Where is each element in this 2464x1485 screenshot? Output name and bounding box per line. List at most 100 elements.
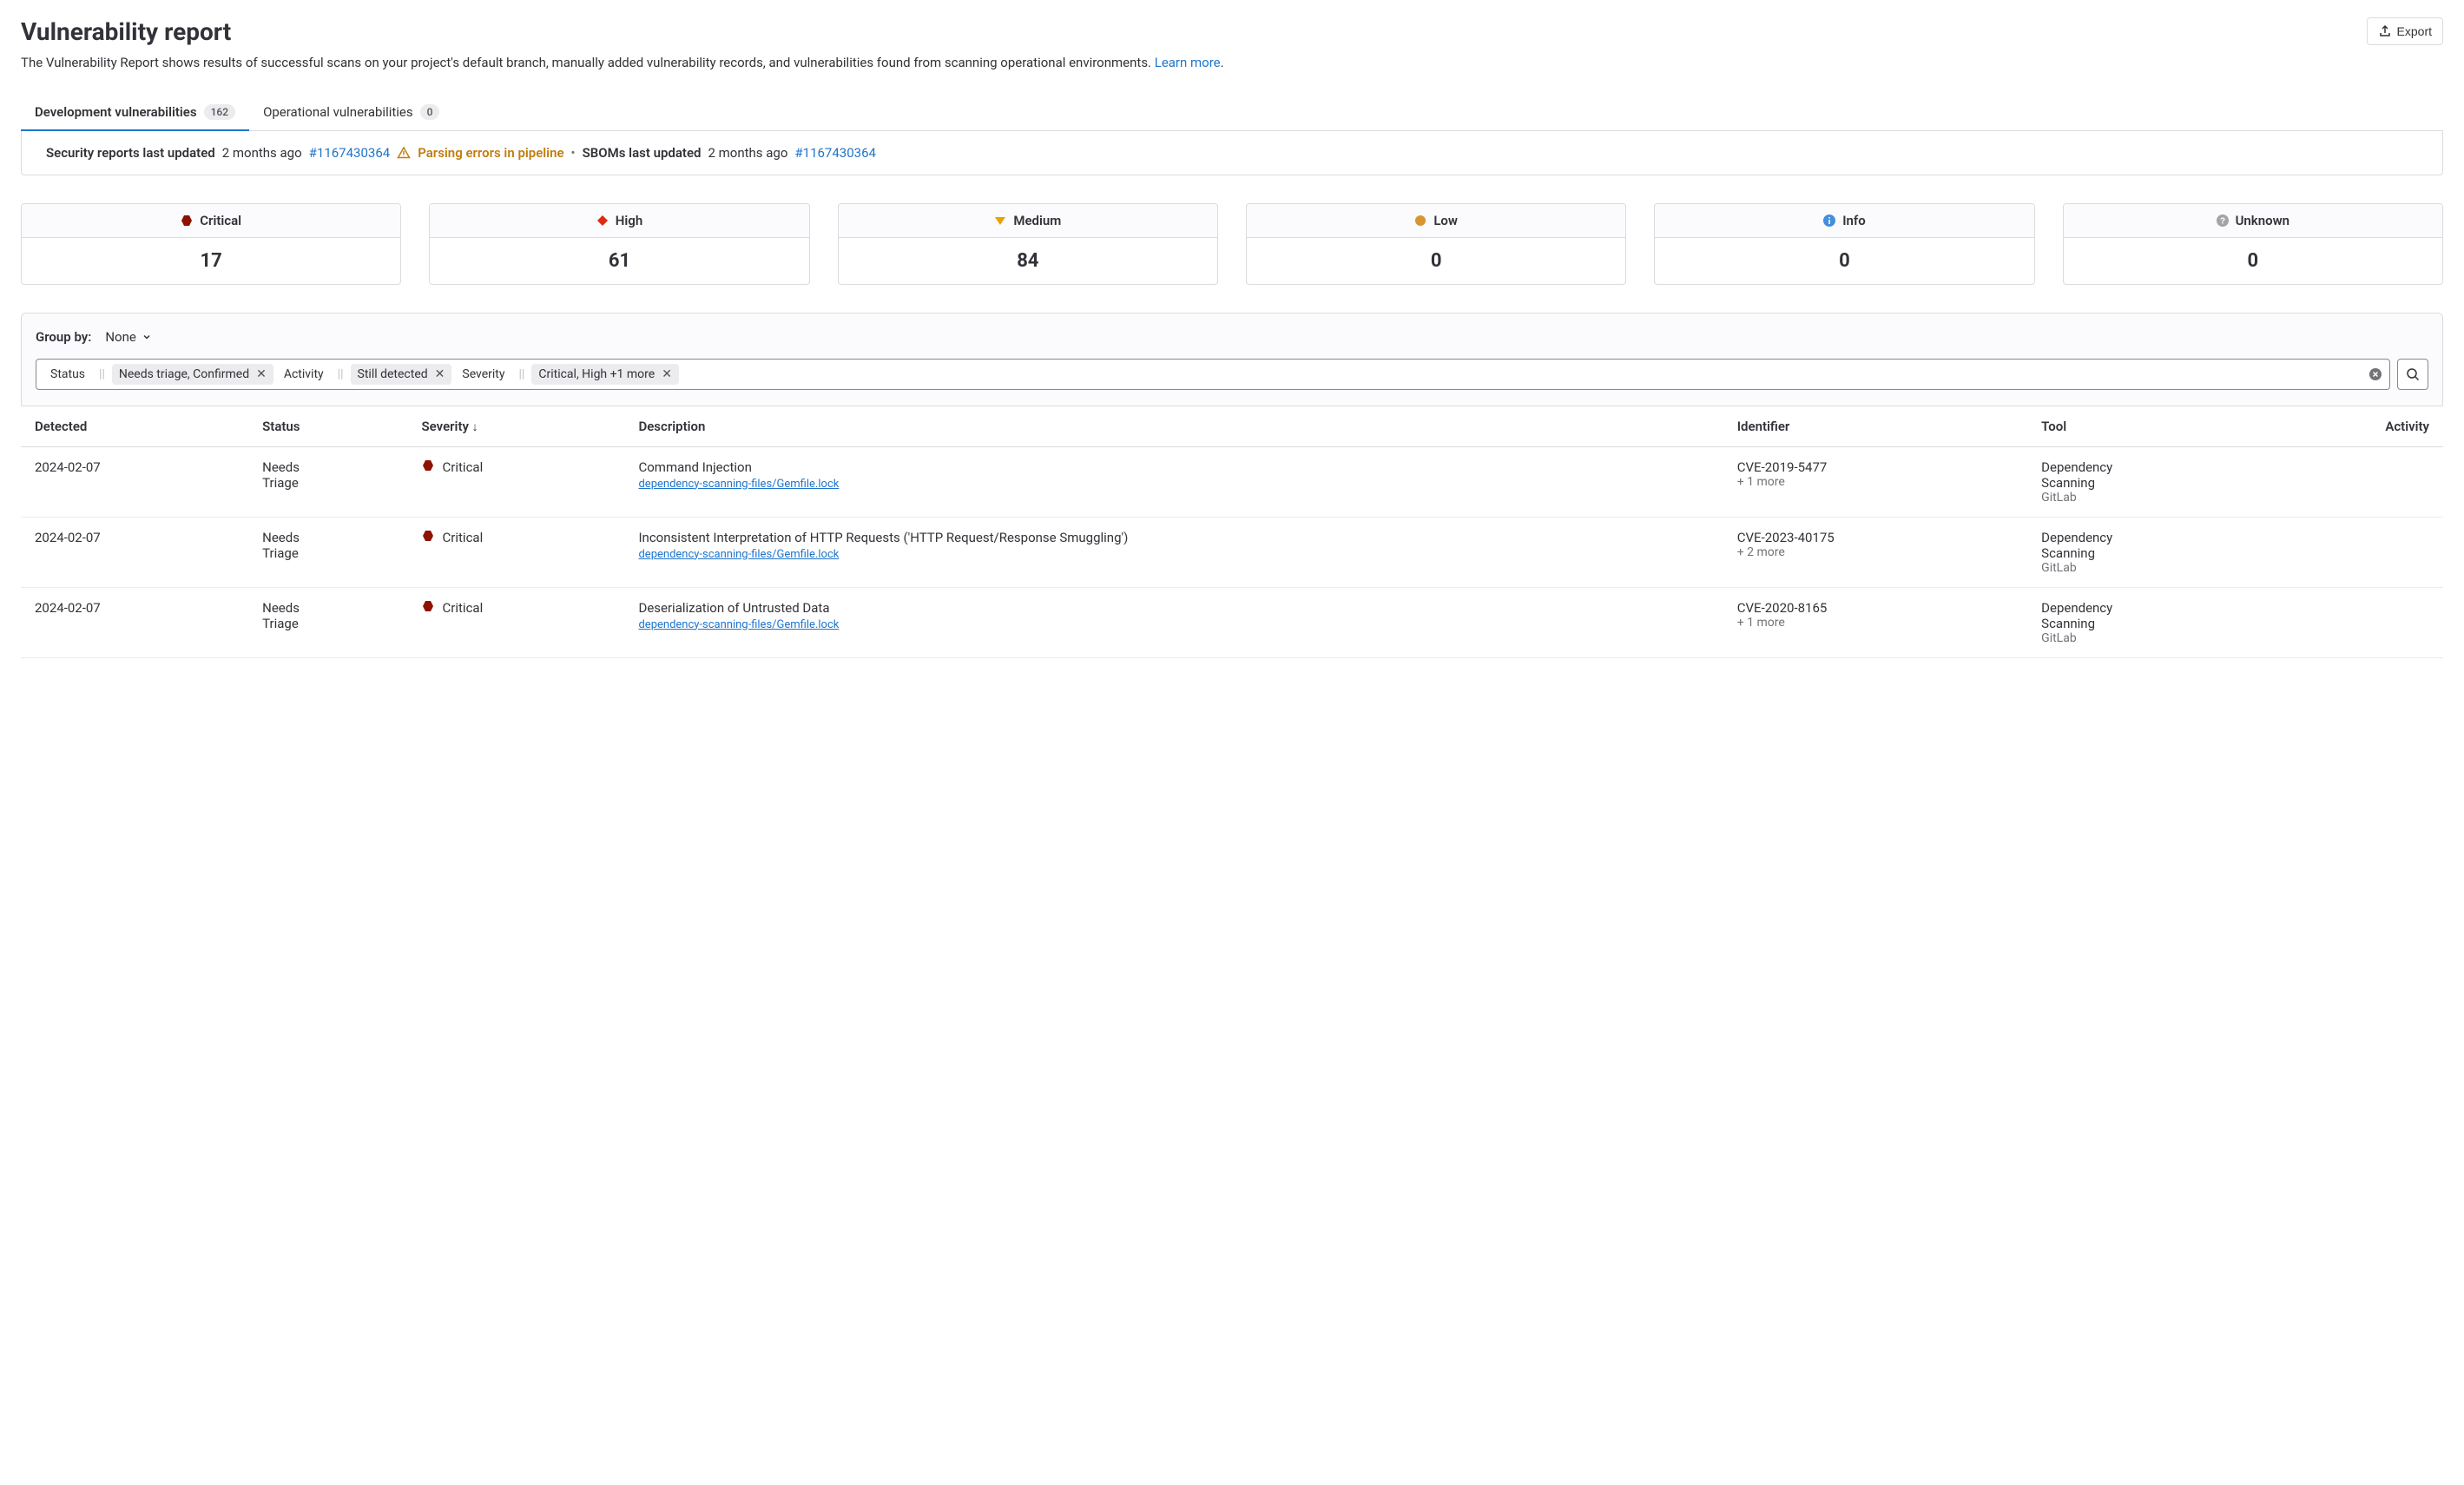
search-icon <box>2406 367 2420 381</box>
page-subtitle: The Vulnerability Report shows results o… <box>21 53 2443 73</box>
warning-icon <box>397 146 411 160</box>
tab-label: Operational vulnerabilities <box>263 104 413 120</box>
sbom-updated-label: SBOMs last updated <box>583 145 702 161</box>
cell-tool: DependencyScanningGitLab <box>2027 517 2269 587</box>
table-row[interactable]: 2024-02-07 NeedsTriage Critical Deserial… <box>21 587 2443 657</box>
severity-card-unknown[interactable]: ?Unknown0 <box>2063 203 2443 285</box>
col-tool[interactable]: Tool <box>2027 406 2269 447</box>
col-severity[interactable]: Severity ↓ <box>408 406 625 447</box>
critical-icon <box>422 600 434 616</box>
tab-count-badge: 0 <box>420 104 440 120</box>
severity-card-high[interactable]: High 61 <box>429 203 809 285</box>
filter-divider: || <box>96 367 109 381</box>
col-description[interactable]: Description <box>624 406 1723 447</box>
controls-panel: Group by: None Status||Needs triage, Con… <box>21 313 2443 406</box>
info-bar: Security reports last updated 2 months a… <box>21 131 2443 175</box>
group-by-selector[interactable]: None <box>105 329 152 345</box>
clear-filters-icon[interactable] <box>2368 367 2382 381</box>
severity-count: 0 <box>1655 238 2033 284</box>
col-status[interactable]: Status <box>248 406 407 447</box>
severity-name: Medium <box>1013 213 1061 228</box>
cell-detected: 2024-02-07 <box>21 587 248 657</box>
cell-activity <box>2269 446 2443 517</box>
filter-label: Severity <box>455 364 511 385</box>
vuln-file-link[interactable]: dependency-scanning-files/Gemfile.lock <box>638 618 839 631</box>
cell-tool: DependencyScanningGitLab <box>2027 587 2269 657</box>
cell-status: NeedsTriage <box>248 517 407 587</box>
cell-status: NeedsTriage <box>248 587 407 657</box>
severity-count: 61 <box>430 238 808 284</box>
remove-filter-icon[interactable]: ✕ <box>662 367 672 381</box>
sbom-pipeline-link[interactable]: #1167430364 <box>794 145 876 161</box>
severity-cards: Critical 17 High 61 Medium 84 Low0 Info0 ?Unknow… <box>21 203 2443 285</box>
remove-filter-icon[interactable]: ✕ <box>435 367 445 381</box>
high-icon <box>596 214 609 227</box>
parsing-errors-warning[interactable]: Parsing errors in pipeline <box>418 145 563 161</box>
severity-card-low[interactable]: Low0 <box>1246 203 1626 285</box>
low-icon <box>1414 214 1426 227</box>
table-row[interactable]: 2024-02-07 NeedsTriage Critical Inconsis… <box>21 517 2443 587</box>
group-by-label: Group by: <box>36 329 91 345</box>
filter-chip[interactable]: Needs triage, Confirmed ✕ <box>112 364 273 385</box>
cell-activity <box>2269 587 2443 657</box>
col-severity-label: Severity <box>422 419 469 434</box>
unknown-icon: ? <box>2217 214 2229 227</box>
severity-count: 84 <box>839 238 1217 284</box>
critical-icon <box>422 459 434 475</box>
export-button[interactable]: Export <box>2367 17 2443 45</box>
col-activity[interactable]: Activity <box>2269 406 2443 447</box>
severity-count: 0 <box>2064 238 2442 284</box>
cell-identifier: CVE-2020-8165+ 1 more <box>1723 587 2027 657</box>
tab-0[interactable]: Development vulnerabilities162 <box>21 94 249 130</box>
severity-card-medium[interactable]: Medium 84 <box>838 203 1218 285</box>
filter-label: Activity <box>277 364 331 385</box>
cell-severity: Critical <box>408 587 625 657</box>
critical-icon <box>422 530 434 545</box>
export-label: Export <box>2397 24 2432 38</box>
cell-status: NeedsTriage <box>248 446 407 517</box>
severity-card-info[interactable]: Info0 <box>1654 203 2034 285</box>
chevron-down-icon <box>142 332 152 342</box>
vuln-file-link[interactable]: dependency-scanning-files/Gemfile.lock <box>638 478 839 491</box>
table-row[interactable]: 2024-02-07 NeedsTriage Critical Command … <box>21 446 2443 517</box>
cell-description: Inconsistent Interpretation of HTTP Requ… <box>624 517 1723 587</box>
filter-value: Still detected <box>358 367 428 381</box>
reports-updated-time: 2 months ago <box>222 145 302 161</box>
subtitle-text: The Vulnerability Report shows results o… <box>21 55 1155 70</box>
page-title: Vulnerability report <box>21 17 231 46</box>
reports-updated-label: Security reports last updated <box>46 145 215 161</box>
severity-count: 0 <box>1247 238 1625 284</box>
col-identifier[interactable]: Identifier <box>1723 406 2027 447</box>
col-detected[interactable]: Detected <box>21 406 248 447</box>
cell-description: Command Injectiondependency-scanning-fil… <box>624 446 1723 517</box>
severity-name: Critical <box>200 213 241 228</box>
cell-identifier: CVE-2023-40175+ 2 more <box>1723 517 2027 587</box>
filter-input[interactable]: Status || Needs triage, Confirmed ✕ Activity… <box>36 359 2390 390</box>
learn-more-link[interactable]: Learn more <box>1155 55 1221 70</box>
cell-detected: 2024-02-07 <box>21 517 248 587</box>
cell-activity <box>2269 517 2443 587</box>
filter-chip[interactable]: Still detected ✕ <box>351 364 452 385</box>
filter-chip[interactable]: Critical, High +1 more✕ <box>531 364 679 385</box>
filter-divider: || <box>334 367 347 381</box>
vuln-file-link[interactable]: dependency-scanning-files/Gemfile.lock <box>638 548 839 561</box>
severity-count: 17 <box>22 238 400 284</box>
reports-pipeline-link[interactable]: #1167430364 <box>309 145 391 161</box>
filter-value: Needs triage, Confirmed <box>119 367 249 381</box>
tab-1[interactable]: Operational vulnerabilities 0 <box>249 94 453 130</box>
severity-card-critical[interactable]: Critical 17 <box>21 203 401 285</box>
severity-name: High <box>616 213 642 228</box>
tab-label: Development vulnerabilities <box>35 104 197 120</box>
sbom-updated-time: 2 months ago <box>708 145 787 161</box>
cell-identifier: CVE-2019-5477+ 1 more <box>1723 446 2027 517</box>
vulnerability-table: Detected Status Severity ↓ Description I… <box>21 406 2443 658</box>
svg-text:?: ? <box>2220 216 2225 226</box>
critical-icon <box>181 214 193 227</box>
search-button[interactable] <box>2397 359 2428 390</box>
filter-label: Status <box>43 364 92 385</box>
info-icon <box>1823 214 1835 227</box>
cell-description: Deserialization of Untrusted Datadepende… <box>624 587 1723 657</box>
cell-severity: Critical <box>408 517 625 587</box>
group-by-value: None <box>105 329 136 345</box>
remove-filter-icon[interactable]: ✕ <box>256 367 267 381</box>
